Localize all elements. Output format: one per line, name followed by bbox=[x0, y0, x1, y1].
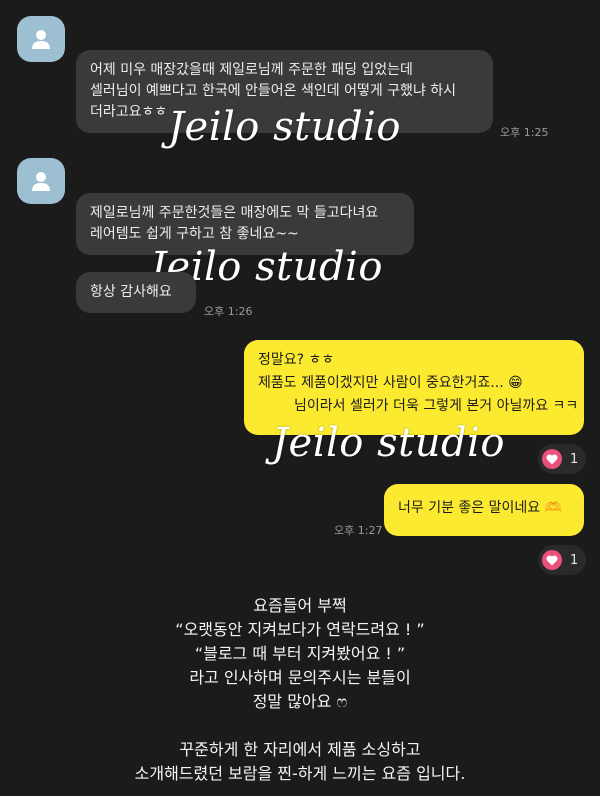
caption-line bbox=[0, 714, 600, 738]
caption-line: 소개해드렸던 보람을 찐-하게 느끼는 요즘 입니다. bbox=[134, 764, 466, 783]
caption-line: 꾸준하게 한 자리에서 제품 소싱하고 bbox=[179, 740, 421, 759]
message-text: 너무 기분 좋은 말이네요 🫶 bbox=[398, 500, 563, 516]
reaction-count: 1 bbox=[570, 552, 579, 568]
message-timestamp: 오후 1:25 bbox=[500, 126, 549, 139]
watermark: Jeilo studio bbox=[272, 420, 505, 466]
message-text: 항상 감사해요 bbox=[90, 284, 172, 300]
heart-icon bbox=[542, 550, 562, 570]
person-icon bbox=[32, 172, 50, 191]
caption-line: 라고 인사하며 문의주시는 분들이 bbox=[189, 668, 411, 687]
sender-avatar[interactable] bbox=[17, 158, 65, 204]
caption-line: “블로그 때 부터 지켜봤어요 ! ” bbox=[194, 644, 406, 663]
message-text: 정말요? ㅎㅎ bbox=[258, 352, 335, 368]
message-timestamp: 오후 1:27 bbox=[334, 524, 383, 537]
message-timestamp: 오후 1:26 bbox=[204, 305, 253, 318]
heart-reaction[interactable]: 1 bbox=[538, 545, 587, 575]
person-icon bbox=[32, 30, 50, 49]
heart-icon bbox=[542, 449, 562, 469]
incoming-message-bubble[interactable]: 항상 감사해요 bbox=[76, 272, 196, 313]
watermark: Jeilo studio bbox=[168, 104, 401, 150]
message-text: 제일로님께 주문한것들은 매장에도 막 들고다녀요 bbox=[90, 205, 379, 221]
caption-line: “오랫동안 지켜보다가 연락드려요 ! ” bbox=[175, 620, 425, 639]
message-text: 어제 미우 매장갔을때 제일로님께 주문한 패딩 입었는데 bbox=[90, 62, 413, 78]
message-text: 레어템도 쉽게 구하고 참 좋네요~~ bbox=[90, 226, 299, 242]
heart-reaction[interactable]: 1 bbox=[538, 444, 587, 474]
outgoing-message-bubble[interactable]: 너무 기분 좋은 말이네요 🫶 bbox=[384, 484, 584, 536]
reaction-count: 1 bbox=[570, 451, 579, 467]
caption-line: 정말 많아요 ෆ bbox=[252, 692, 348, 711]
message-text: 제품도 제품이겠지만 사람이 중요한거죠... 😁 bbox=[258, 375, 523, 391]
caption-text: 요즘들어 부쩍 “오랫동안 지켜보다가 연락드려요 ! ” “블로그 때 부터 … bbox=[0, 594, 600, 786]
message-text: 님이라서 셀러가 더욱 그렇게 본거 아닐까요 ㅋㅋ bbox=[294, 398, 579, 414]
sender-avatar[interactable] bbox=[17, 16, 65, 62]
message-text: 셀러님이 예쁘다고 한국에 안들어온 색인데 어떻게 구했냐 하시 bbox=[90, 83, 457, 99]
caption-line: 요즘들어 부쩍 bbox=[253, 596, 347, 615]
